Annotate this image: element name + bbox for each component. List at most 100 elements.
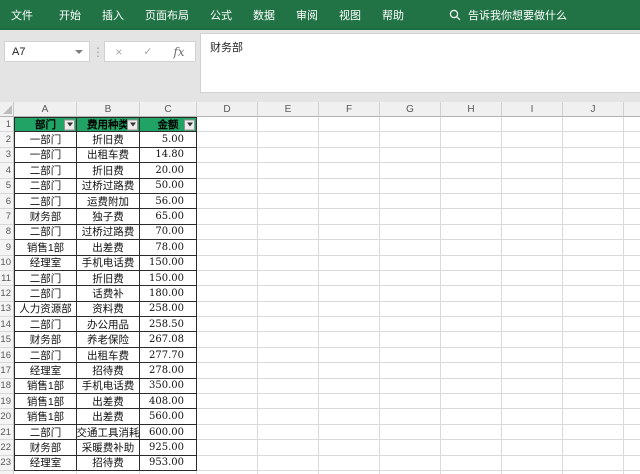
cell-G6[interactable] [380, 193, 441, 210]
column-header-A[interactable]: A [14, 102, 77, 117]
cell-F2[interactable] [319, 132, 380, 148]
cell-G7[interactable] [380, 209, 441, 225]
ribbon-tab-1[interactable]: 开始 [59, 7, 81, 23]
cell-B21[interactable]: 交通工具消耗 [77, 424, 140, 441]
cell-K21[interactable] [624, 425, 640, 441]
cell-I10[interactable] [502, 255, 563, 271]
cell-E13[interactable] [258, 301, 319, 318]
cell-G23[interactable] [380, 455, 441, 471]
cell-I20[interactable] [502, 409, 563, 425]
row-header-22[interactable]: 22 [0, 440, 14, 456]
cell-C12[interactable]: 180.00 [140, 286, 197, 302]
cell-E1[interactable] [258, 117, 319, 133]
cell-A13[interactable]: 人力资源部 [14, 301, 77, 318]
column-header-J[interactable]: J [563, 102, 624, 117]
row-header-13[interactable]: 13 [0, 301, 14, 318]
column-header-G[interactable]: G [380, 102, 441, 117]
cell-name-box[interactable]: A7 [4, 41, 90, 62]
cell-J2[interactable] [563, 132, 624, 148]
cell-D18[interactable] [197, 378, 258, 395]
cell-K18[interactable] [624, 379, 640, 395]
confirm-icon[interactable]: ✓ [143, 45, 152, 58]
cell-H4[interactable] [441, 163, 502, 179]
cell-G3[interactable] [380, 147, 441, 164]
cell-A19[interactable]: 销售1部 [14, 394, 77, 410]
cell-D21[interactable] [197, 424, 258, 441]
cell-D8[interactable] [197, 224, 258, 241]
cell-J20[interactable] [563, 409, 624, 425]
cell-C17[interactable]: 278.00 [140, 363, 197, 379]
cell-G18[interactable] [380, 378, 441, 395]
ribbon-tab-4[interactable]: 公式 [210, 7, 232, 23]
cell-B3[interactable]: 出租车费 [77, 147, 140, 164]
ribbon-tab-3[interactable]: 页面布局 [145, 7, 189, 23]
cell-H11[interactable] [441, 270, 502, 287]
column-header-B[interactable]: B [77, 102, 140, 117]
cell-H5[interactable] [441, 178, 502, 194]
cell-G1[interactable] [380, 117, 441, 133]
cell-F23[interactable] [319, 455, 380, 471]
cell-D17[interactable] [197, 363, 258, 379]
cell-F3[interactable] [319, 147, 380, 164]
cell-H23[interactable] [441, 455, 502, 471]
cell-H7[interactable] [441, 209, 502, 225]
cell-I15[interactable] [502, 332, 563, 348]
cell-A18[interactable]: 销售1部 [14, 378, 77, 395]
row-header-14[interactable]: 14 [0, 317, 14, 333]
cell-C8[interactable]: 70.00 [140, 224, 197, 241]
cell-F9[interactable] [319, 240, 380, 256]
cell-F7[interactable] [319, 209, 380, 225]
cell-J17[interactable] [563, 363, 624, 379]
cell-D1[interactable] [197, 117, 258, 133]
select-all-button[interactable] [0, 102, 14, 117]
cell-C4[interactable]: 20.00 [140, 163, 197, 179]
cell-E10[interactable] [258, 255, 319, 271]
cell-F5[interactable] [319, 178, 380, 194]
cell-E14[interactable] [258, 317, 319, 333]
cell-I6[interactable] [502, 193, 563, 210]
cell-A23[interactable]: 经理室 [14, 455, 77, 471]
cell-G21[interactable] [380, 424, 441, 441]
cell-G14[interactable] [380, 317, 441, 333]
column-header-K[interactable]: K [624, 102, 640, 117]
cell-F18[interactable] [319, 378, 380, 395]
cell-I8[interactable] [502, 224, 563, 241]
cell-K6[interactable] [624, 194, 640, 210]
cell-H18[interactable] [441, 378, 502, 395]
cell-E9[interactable] [258, 240, 319, 256]
cell-A12[interactable]: 二部门 [14, 286, 77, 302]
row-header-15[interactable]: 15 [0, 332, 14, 348]
cell-A22[interactable]: 财务部 [14, 440, 77, 456]
cell-D2[interactable] [197, 132, 258, 148]
cell-C7[interactable]: 65.00 [140, 209, 197, 225]
cell-G8[interactable] [380, 224, 441, 241]
cell-J11[interactable] [563, 270, 624, 287]
row-header-11[interactable]: 11 [0, 270, 14, 287]
cell-B6[interactable]: 运费附加 [77, 193, 140, 210]
cell-K7[interactable] [624, 209, 640, 225]
cell-K9[interactable] [624, 240, 640, 256]
cell-F14[interactable] [319, 317, 380, 333]
cell-C6[interactable]: 56.00 [140, 193, 197, 210]
cell-D9[interactable] [197, 240, 258, 256]
cell-B10[interactable]: 手机电话费 [77, 255, 140, 271]
cell-E22[interactable] [258, 440, 319, 456]
cell-J10[interactable] [563, 255, 624, 271]
cell-J4[interactable] [563, 163, 624, 179]
cell-E17[interactable] [258, 363, 319, 379]
cell-H1[interactable] [441, 117, 502, 133]
cell-I18[interactable] [502, 378, 563, 395]
row-header-8[interactable]: 8 [0, 224, 14, 241]
cell-E5[interactable] [258, 178, 319, 194]
cell-C3[interactable]: 14.80 [140, 147, 197, 164]
cell-K2[interactable] [624, 132, 640, 148]
filter-button-A[interactable] [64, 119, 75, 131]
ribbon-tab-8[interactable]: 帮助 [382, 7, 404, 23]
cell-H8[interactable] [441, 224, 502, 241]
cell-I3[interactable] [502, 147, 563, 164]
cell-D3[interactable] [197, 147, 258, 164]
cell-A17[interactable]: 经理室 [14, 363, 77, 379]
cell-G11[interactable] [380, 270, 441, 287]
cell-C13[interactable]: 258.00 [140, 301, 197, 318]
cell-F6[interactable] [319, 193, 380, 210]
